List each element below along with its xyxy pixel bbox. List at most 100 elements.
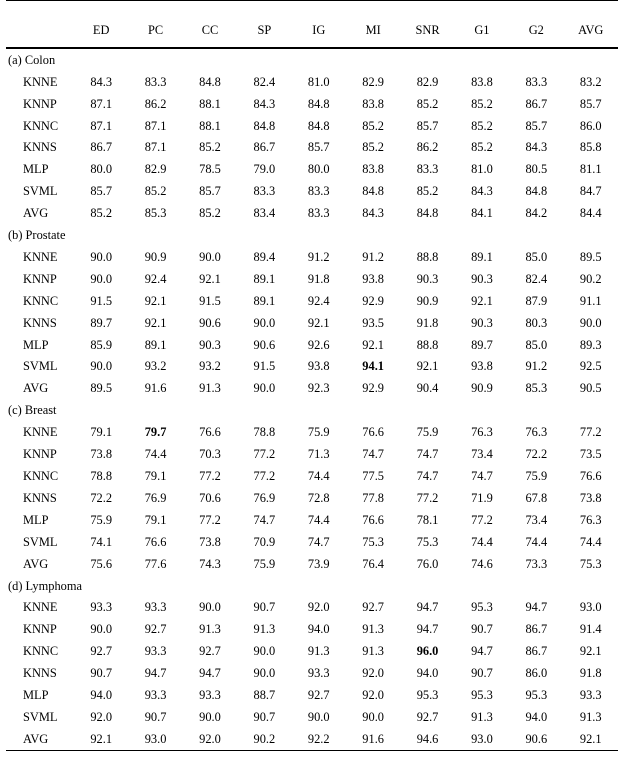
table-cell: 73.8 <box>579 490 602 505</box>
table-row: AVG 92.1 93.0 92.0 90.2 92.2 91.6 94.6 93.0 90.6 9… <box>6 728 618 750</box>
table-cell: 91.5 <box>90 293 113 308</box>
table-row: SVML 85.7 85.2 85.7 83.3 83.3 84.8 85.2 84.3 84.8… <box>6 180 618 202</box>
row-label: KNNE <box>23 249 58 264</box>
table-row: KNNS 89.7 92.1 90.6 90.0 92.1 93.5 91.8 90.3 80.3… <box>6 312 618 334</box>
table-cell: 94.6 <box>416 731 439 746</box>
table-cell: 83.8 <box>362 96 384 111</box>
table-cell: 91.2 <box>525 359 548 374</box>
table-cell: 78.8 <box>253 425 276 440</box>
table-cell: 83.3 <box>253 184 276 199</box>
table-cell: 86.7 <box>253 140 276 155</box>
table-cell: 92.6 <box>307 337 330 352</box>
table-cell: 90.2 <box>579 271 602 286</box>
row-label: MLP <box>23 162 49 177</box>
table-cell: 75.9 <box>307 425 330 440</box>
table-cell: 74.7 <box>416 447 439 462</box>
table-cell: 85.2 <box>144 184 167 199</box>
table-row: AVG 85.2 85.3 85.2 83.4 83.3 84.3 84.8 84.1 84.2 8… <box>6 202 618 224</box>
table-cell: 92.7 <box>144 622 167 637</box>
table-cell: 89.1 <box>253 271 276 286</box>
table-cell: 90.0 <box>199 249 221 264</box>
table-cell: 94.7 <box>199 666 221 681</box>
table-cell: 86.2 <box>144 96 167 111</box>
row-label: KNNP <box>23 447 57 462</box>
table-cell: 73.5 <box>579 447 602 462</box>
table-cell: 89.7 <box>471 337 493 352</box>
table-cell: 92.1 <box>199 271 221 286</box>
table-cell: 94.7 <box>144 666 167 681</box>
table-cell: 72.2 <box>90 490 113 505</box>
table-cell: 91.3 <box>199 381 221 396</box>
table-cell: 94.0 <box>416 666 439 681</box>
row-label: KNNS <box>23 490 57 505</box>
table-row: KNNP 73.8 74.4 70.3 77.2 71.3 74.7 74.7 73.4 72.2… <box>6 443 618 465</box>
table-cell: 89.5 <box>90 381 113 396</box>
table-cell: 93.0 <box>579 600 602 615</box>
table-cell: 76.6 <box>144 534 167 549</box>
table-cell: 83.3 <box>144 74 167 89</box>
table-cell: 87.1 <box>144 140 167 155</box>
table-cell: 79.0 <box>253 162 276 177</box>
bottom-rule <box>6 749 618 765</box>
row-label: KNNC <box>23 293 59 308</box>
table-cell: 90.0 <box>90 359 113 374</box>
row-label: KNNP <box>23 271 57 286</box>
table-cell: 75.9 <box>416 425 439 440</box>
table-cell: 90.0 <box>307 709 330 724</box>
table-cell: 91.6 <box>362 731 384 746</box>
table-row: KNNE 93.3 93.3 90.0 90.7 92.0 92.7 94.7 95.3 94.7… <box>6 597 618 619</box>
table-row: KNNP 90.0 92.4 92.1 89.1 91.8 93.8 90.3 90.3 82.4… <box>6 268 618 290</box>
row-label: KNNS <box>23 140 57 155</box>
table-cell: 80.0 <box>307 162 330 177</box>
table-cell: 79.1 <box>144 468 167 483</box>
table-cell: 74.4 <box>471 534 493 549</box>
table-cell: 90.9 <box>416 293 439 308</box>
table-cell: 75.3 <box>362 534 384 549</box>
table-cell: 74.7 <box>362 447 384 462</box>
table-cell: 80.0 <box>90 162 113 177</box>
table-cell: 85.2 <box>416 96 439 111</box>
table-cell: 70.6 <box>199 490 221 505</box>
table-row: KNNE 79.1 79.7 76.6 78.8 75.9 76.6 75.9 76.3 76.3… <box>6 421 618 443</box>
table-cell: 93.3 <box>199 688 221 702</box>
table-cell: 81.0 <box>307 74 330 89</box>
table-cell: 85.2 <box>362 140 384 155</box>
row-label: MLP <box>23 512 49 527</box>
table-cell: 93.2 <box>144 359 167 374</box>
table-cell: 92.4 <box>144 271 167 286</box>
table-row: KNNC 91.5 92.1 91.5 89.1 92.4 92.9 90.9 92.1 87.9… <box>6 290 618 312</box>
table-cell: 85.2 <box>471 96 493 111</box>
table-cell: 74.4 <box>144 447 167 462</box>
row-label: KNNP <box>23 96 57 111</box>
column-header-mi: MI <box>345 15 401 49</box>
table-row: KNNC 87.1 87.1 88.1 84.8 84.8 85.2 85.7 85.2 85.7… <box>6 115 618 137</box>
table-cell: 91.5 <box>199 293 221 308</box>
table-cell: 92.1 <box>90 731 113 746</box>
row-label: SVML <box>23 709 58 724</box>
table-cell: 94.7 <box>471 644 493 659</box>
table-cell: 88.1 <box>199 118 221 133</box>
table-cell: 78.8 <box>90 468 113 483</box>
table-cell: 80.5 <box>525 162 548 177</box>
table-row: KNNC 92.7 93.3 92.7 90.0 91.3 91.3 96.0 94.7 86.7… <box>6 640 618 662</box>
table-cell: 81.1 <box>579 162 602 177</box>
row-label: AVG <box>23 206 49 221</box>
table-cell: 71.3 <box>307 447 330 462</box>
table-cell: 70.3 <box>199 447 221 462</box>
table-cell: 74.7 <box>471 468 493 483</box>
table-row: MLP 85.9 89.1 90.3 90.6 92.6 92.1 88.8 89.7 85.0 8… <box>6 334 618 356</box>
table-cell: 92.0 <box>307 600 330 615</box>
row-label: MLP <box>23 337 49 352</box>
table-cell: 83.8 <box>362 162 384 177</box>
table-cell: 93.8 <box>471 359 493 374</box>
table-cell: 90.6 <box>525 731 548 746</box>
table-row: KNNC 78.8 79.1 77.2 77.2 74.4 77.5 74.7 74.7 75.9… <box>6 465 618 487</box>
table-header: ED PC CC SP IG MI SNR G1 G2 AVG <box>6 0 618 49</box>
table-cell: 76.3 <box>579 512 602 527</box>
section-label: (d) Lymphoma <box>8 578 82 593</box>
table-cell: 90.9 <box>144 249 167 264</box>
column-header-sp: SP <box>237 15 292 49</box>
table-cell: 85.0 <box>525 337 548 352</box>
table-cell: 85.9 <box>90 337 113 352</box>
table-cell: 75.3 <box>416 534 439 549</box>
